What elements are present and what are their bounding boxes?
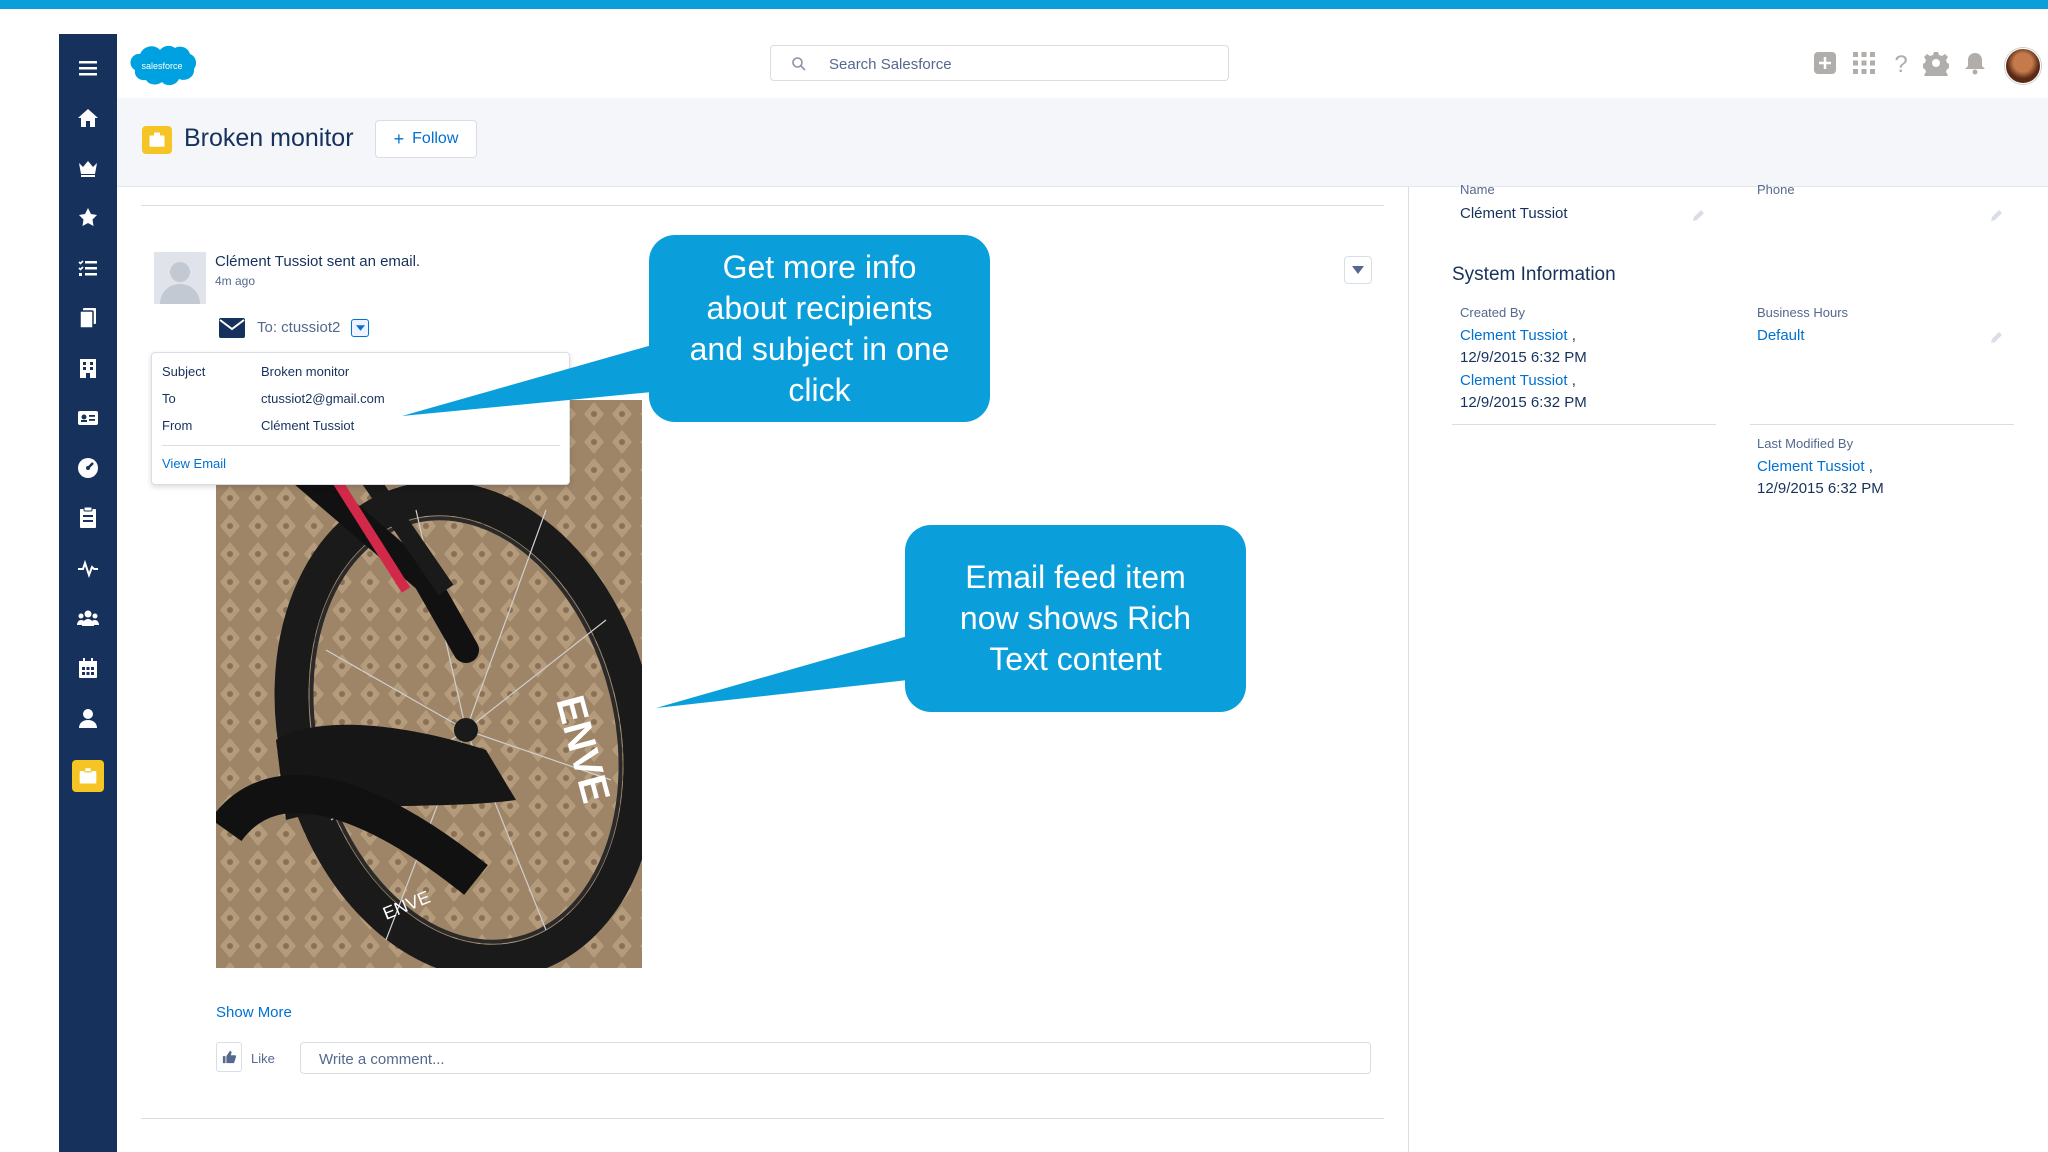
callout-rich-text-line: Email feed item: [965, 559, 1186, 595]
popover-subject-label: Subject: [162, 364, 206, 379]
comment-box[interactable]: [300, 1042, 1371, 1074]
view-email-link[interactable]: View Email: [162, 456, 226, 471]
record-title: Broken monitor: [184, 124, 354, 152]
created-by-separator: ,: [1571, 372, 1576, 389]
calendar-icon[interactable]: [59, 650, 117, 686]
reports-icon[interactable]: [59, 500, 117, 536]
tasks-icon[interactable]: [59, 250, 117, 286]
callout-rich-text-line: Text content: [989, 641, 1162, 677]
setup-gear-icon[interactable]: [1922, 50, 1950, 80]
edit-business-hours-pencil-icon[interactable]: [1991, 330, 2003, 343]
created-by-entry-1: Clement Tussiot , 12/9/2015 6:32 PM: [1460, 325, 1587, 369]
logo-text: salesforce: [141, 61, 182, 71]
name-field-label: Name: [1460, 182, 1495, 197]
email-envelope-icon: [218, 317, 246, 339]
popover-divider: [162, 445, 560, 446]
contacts-icon[interactable]: [59, 400, 117, 436]
callout-rich-text: Email feed item now shows Rich Text cont…: [905, 525, 1246, 712]
plus-icon: +: [393, 128, 405, 149]
chevron-down-icon: [1352, 266, 1364, 274]
phone-field-label: Phone: [1757, 182, 1795, 197]
follow-label: Follow: [412, 130, 459, 147]
feed-bottom-divider: [141, 1118, 1384, 1119]
callout-recipients-line: and subject in one: [689, 330, 950, 367]
menu-icon[interactable]: [59, 50, 117, 86]
home-icon[interactable]: [59, 100, 117, 136]
created-by-date: 12/9/2015 6:32 PM: [1460, 394, 1587, 411]
created-by-date: 12/9/2015 6:32 PM: [1460, 349, 1587, 366]
global-search[interactable]: [770, 45, 1229, 81]
business-hours-divider: [1750, 424, 2014, 425]
accounts-icon[interactable]: [59, 350, 117, 386]
help-icon[interactable]: ?: [1888, 50, 1914, 78]
popover-from-value: Clément Tussiot: [261, 418, 355, 433]
popover-to-label: To: [162, 391, 176, 406]
groups-icon[interactable]: [59, 600, 117, 636]
notifications-bell-icon[interactable]: [1962, 50, 1988, 76]
popover-subject-value: Broken monitor: [261, 364, 350, 379]
add-icon[interactable]: [1812, 50, 1838, 76]
search-icon: [792, 57, 806, 71]
chevron-down-icon: [355, 325, 365, 331]
feed-item-menu-button[interactable]: [1344, 256, 1372, 284]
name-field-value: Clément Tussiot: [1460, 205, 1568, 222]
actor-avatar[interactable]: [154, 252, 206, 304]
follow-button[interactable]: + Follow: [375, 120, 477, 158]
thumbs-up-icon: [222, 1050, 236, 1064]
column-divider: [1408, 187, 1409, 1152]
recipients-toggle-button[interactable]: [351, 319, 369, 337]
business-hours-link[interactable]: Default: [1757, 325, 1805, 347]
app-launcher-icon[interactable]: [1851, 50, 1877, 76]
feed-top-divider: [141, 205, 1384, 206]
popover-to-value: ctussiot2@gmail.com: [261, 391, 385, 406]
last-modified-entry: Clement Tussiot , 12/9/2015 6:32 PM: [1757, 456, 1884, 500]
opportunities-icon[interactable]: [59, 150, 117, 186]
feed-timestamp: 4m ago: [215, 274, 256, 288]
dashboards-icon[interactable]: [59, 450, 117, 486]
popover-from-label: From: [162, 418, 193, 433]
top-accent-stripe: [0, 0, 2048, 9]
people-icon[interactable]: [59, 700, 117, 736]
last-modified-label: Last Modified By: [1757, 436, 1854, 451]
callout-recipients-line: about recipients: [706, 289, 933, 326]
last-modified-user-link[interactable]: Clement Tussiot: [1757, 458, 1865, 475]
callout-recipients-line: Get more info: [722, 248, 917, 285]
created-by-user-link[interactable]: Clement Tussiot: [1460, 327, 1568, 344]
svg-text:?: ?: [1894, 51, 1907, 76]
comment-input[interactable]: [317, 1046, 1351, 1072]
feed-icon[interactable]: [59, 550, 117, 586]
created-by-label: Created By: [1460, 305, 1526, 320]
like-label[interactable]: Like: [251, 1051, 275, 1066]
edit-name-pencil-icon[interactable]: [1693, 208, 1705, 221]
business-hours-label: Business Hours: [1757, 305, 1849, 320]
leads-icon[interactable]: [59, 200, 117, 236]
edit-phone-pencil-icon[interactable]: [1991, 208, 2003, 221]
created-by-user-link[interactable]: Clement Tussiot: [1460, 372, 1568, 389]
feed-actor-line: Clément Tussiot sent an email.: [215, 253, 421, 270]
email-recipients-popover: Subject Broken monitor To ctussiot2@gmai…: [151, 352, 570, 485]
files-icon[interactable]: [59, 300, 117, 336]
created-by-divider: [1452, 424, 1716, 425]
last-modified-separator: ,: [1868, 458, 1873, 475]
cases-icon[interactable]: [59, 758, 117, 794]
user-avatar[interactable]: [2005, 48, 2041, 84]
callout-recipients-line: click: [788, 371, 851, 408]
cases-active-indicator: [72, 760, 104, 792]
system-information-heading: System Information: [1452, 264, 1616, 285]
like-button[interactable]: [216, 1042, 242, 1072]
callout-recipients: Get more info about recipients and subje…: [649, 235, 990, 422]
case-record-icon: [142, 126, 172, 154]
side-navigation: [59, 34, 117, 1152]
email-to-line: To: ctussiot2: [257, 319, 341, 336]
show-more-link[interactable]: Show More: [216, 1004, 292, 1021]
search-input[interactable]: [827, 50, 1211, 78]
salesforce-logo[interactable]: salesforce: [126, 40, 198, 90]
last-modified-date: 12/9/2015 6:32 PM: [1757, 480, 1884, 497]
created-by-entry-2: Clement Tussiot , 12/9/2015 6:32 PM: [1460, 370, 1587, 414]
created-by-separator: ,: [1571, 327, 1576, 344]
email-rich-text-image: ENVE ENVE: [216, 400, 642, 968]
callout-rich-text-line: now shows Rich: [959, 600, 1192, 636]
